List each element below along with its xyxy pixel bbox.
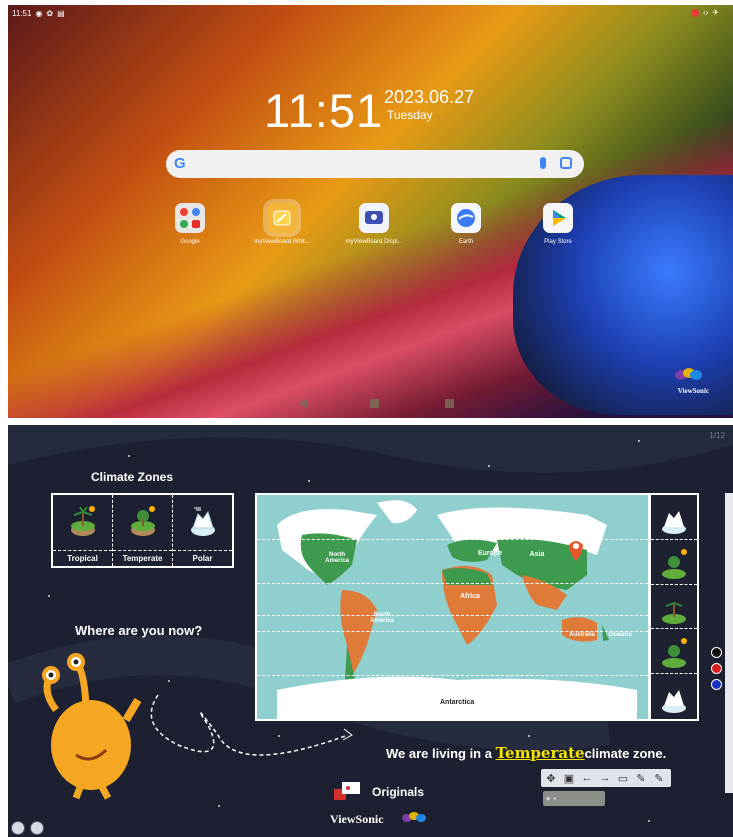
notification-icon: ▤ [57, 9, 65, 18]
viewsonic-birds-logo [675, 368, 702, 380]
temperate-island-icon [130, 506, 155, 536]
zone-label: Polar [192, 554, 213, 563]
google-folder-icon [175, 203, 205, 233]
monster-character [42, 653, 142, 800]
zone-legend-column [649, 493, 699, 721]
hint-icon[interactable]: ✎ [652, 771, 666, 785]
climate-zones-title: Climate Zones [91, 470, 174, 484]
cast-icon: ‹› [702, 8, 709, 17]
record-icon [690, 8, 699, 17]
lightbulb-icon[interactable]: ✎ [634, 771, 648, 785]
move-icon[interactable]: ✥ [544, 771, 558, 785]
menu-icon[interactable] [11, 821, 25, 835]
originals-label: Originals [372, 785, 425, 799]
app-label: Play Store [544, 239, 572, 245]
label-north-america: North America [325, 552, 349, 564]
app-google[interactable]: Google [145, 203, 235, 245]
recents-button[interactable] [445, 399, 454, 408]
date: 2023.06.27 [384, 87, 475, 107]
label-asia: Asia [529, 551, 545, 558]
climate-zones-table: Tropical Temperate Polar [51, 493, 234, 568]
pen-color-black[interactable] [711, 647, 722, 658]
record-dot-icon[interactable]: ● [553, 796, 556, 802]
earth-icon [451, 203, 481, 233]
app-label: myViewBoard Whit... [254, 239, 310, 245]
settings-icon: ✿ [46, 9, 54, 18]
sentence-suffix: climate zone. [584, 746, 667, 761]
highlighted-word: Temperate [495, 744, 585, 762]
zone-polar[interactable]: Polar [173, 495, 232, 566]
viewsonic-brand: ViewSonic [330, 812, 384, 826]
myviewboard-originals-logo [334, 782, 360, 800]
label-australia: Australia [569, 632, 595, 638]
zone-tropical[interactable]: Tropical [53, 495, 113, 566]
question-heading: Where are you now? [75, 623, 203, 638]
app-myviewboard-whiteboard[interactable]: myViewBoard Whit... [237, 203, 327, 245]
display-icon [359, 203, 389, 233]
status-bar-left: 11:51 ◉ ✿ ▤ [12, 9, 65, 18]
whiteboard-icon [267, 203, 297, 233]
add-page-icon[interactable]: ▭ [616, 771, 630, 785]
page-indicator: 1/12 [709, 431, 725, 440]
label-europe: Europe [477, 550, 503, 557]
pen-color-blue[interactable] [711, 679, 722, 690]
app-play-store[interactable]: Play Store [513, 203, 603, 245]
mini-player[interactable]: ◉ ● [543, 791, 605, 806]
label-oceania: Oceania [608, 632, 632, 638]
side-toolbar[interactable] [725, 493, 733, 793]
zone-label: Tropical [67, 554, 98, 563]
label-south-america: South America [370, 612, 394, 624]
image-icon[interactable]: ▣ [562, 771, 576, 785]
pen-color-red[interactable] [711, 663, 722, 674]
label-africa: Africa [460, 593, 480, 600]
airplane-icon: ✈ [712, 8, 719, 17]
tropical-island-icon [662, 601, 686, 624]
app-label: Google [180, 239, 200, 245]
google-search-bar[interactable]: G [166, 150, 584, 178]
status-time: 11:51 [12, 9, 32, 18]
temperate-sentence: We are living in a Temperateclimate zone… [386, 744, 666, 762]
home-screen: 11:51 ◉ ✿ ▤ ‹› ✈ 11:51 2023.06.27 Tuesda… [8, 5, 733, 418]
google-logo-icon: G [174, 155, 186, 172]
arrow-left-icon[interactable]: ← [580, 771, 594, 785]
world-map[interactable]: North America South America Europe Asia … [255, 493, 650, 721]
app-label: Earth [458, 239, 474, 245]
clock: 11:51 [264, 84, 384, 137]
viewsonic-brand: ViewSonic [677, 387, 709, 395]
polar-iceberg-icon [662, 690, 686, 714]
annotation-toolbar[interactable]: ✥ ▣ ← → ▭ ✎ ✎ [541, 769, 671, 787]
tropical-island-icon [70, 506, 95, 536]
app-label: myViewBoard Displ... [345, 239, 403, 245]
play-store-icon [543, 203, 573, 233]
arrow-right-icon[interactable]: → [598, 771, 612, 785]
app-myviewboard-display[interactable]: myViewBoard Displ... [329, 203, 419, 245]
lens-icon[interactable] [560, 157, 572, 169]
microphone-icon[interactable] [540, 157, 546, 169]
location-icon: ◉ [35, 9, 43, 18]
weekday: Tuesday [387, 108, 433, 122]
zone-temperate[interactable]: Temperate [113, 495, 173, 566]
temperate-island-icon [662, 638, 687, 669]
temperate-island-icon [662, 548, 687, 579]
toolbox-icon[interactable] [30, 821, 44, 835]
status-bar-right: ‹› ✈ [690, 8, 719, 17]
play-icon[interactable]: ◉ [546, 796, 550, 802]
home-button[interactable] [370, 399, 379, 408]
polar-iceberg-icon [190, 507, 215, 536]
lesson-canvas[interactable]: 1/12 Climate Zones Tropical Temperate Po… [8, 425, 733, 837]
polar-iceberg-icon [662, 511, 686, 534]
viewsonic-birds-logo [402, 812, 426, 822]
zone-label: Temperate [122, 554, 163, 563]
world-map-svg [277, 500, 637, 719]
sentence-prefix: We are living in a [386, 746, 496, 761]
app-earth[interactable]: Earth [421, 203, 511, 245]
label-antarctica: Antarctica [440, 699, 475, 706]
